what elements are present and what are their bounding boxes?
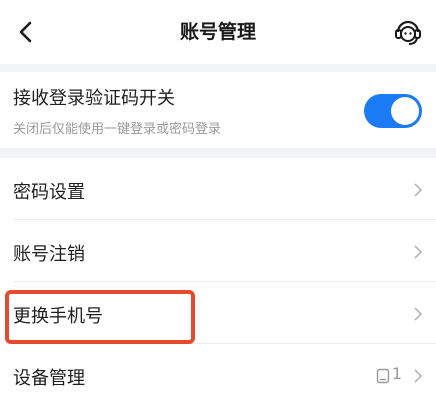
menu-item-device-management[interactable]: 设备管理 1 bbox=[0, 344, 436, 402]
login-code-toggle-title: 接收登录验证码开关 bbox=[13, 88, 175, 109]
top-bar: 账号管理 bbox=[0, 0, 436, 64]
chevron-right-icon bbox=[414, 307, 423, 321]
menu-item-label: 账号注销 bbox=[13, 244, 85, 265]
login-code-toggle-subtitle: 关闭后仅能使用一键登录或密码登录 bbox=[13, 122, 222, 137]
settings-list: 密码设置 账号注销 更换手机号 设备管理 1 bbox=[0, 158, 436, 402]
menu-item-password-settings[interactable]: 密码设置 bbox=[0, 158, 436, 220]
chevron-right-icon bbox=[414, 369, 423, 383]
login-code-switch[interactable] bbox=[364, 94, 422, 128]
switch-knob bbox=[391, 97, 419, 125]
customer-service-icon[interactable] bbox=[392, 16, 424, 48]
device-count: 1 bbox=[391, 364, 402, 383]
page-title: 账号管理 bbox=[179, 21, 256, 43]
menu-item-label: 密码设置 bbox=[13, 182, 85, 203]
login-code-section: 接收登录验证码开关 关闭后仅能使用一键登录或密码登录 bbox=[0, 72, 436, 148]
chevron-right-icon bbox=[414, 245, 423, 259]
menu-item-label: 设备管理 bbox=[13, 368, 85, 389]
highlight-box bbox=[5, 290, 195, 344]
menu-item-account-cancel[interactable]: 账号注销 bbox=[0, 220, 436, 282]
device-icon bbox=[376, 368, 390, 384]
chevron-right-icon bbox=[414, 183, 423, 197]
